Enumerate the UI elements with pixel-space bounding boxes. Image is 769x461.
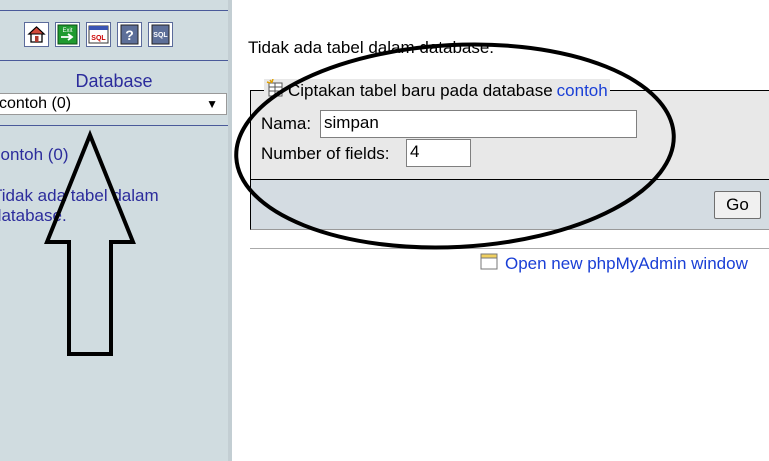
no-tables-note: Tidak ada tabel dalam database. bbox=[0, 186, 159, 225]
no-tables-message: Tidak ada tabel dalam database. bbox=[248, 38, 495, 57]
sql-docs-icon[interactable]: SQL bbox=[148, 22, 173, 47]
go-button[interactable]: Go bbox=[714, 191, 761, 219]
divider bbox=[250, 248, 769, 249]
number-of-fields-input[interactable]: 4 bbox=[406, 139, 471, 167]
create-table-legend: Ciptakan tabel baru pada database contoh bbox=[264, 78, 610, 102]
create-table-legend-text: Ciptakan tabel baru pada database bbox=[288, 80, 553, 100]
database-select[interactable]: contoh (0) ▼ bbox=[0, 93, 227, 115]
svg-text:SQL: SQL bbox=[91, 35, 106, 42]
create-table-db-link[interactable]: contoh bbox=[557, 81, 608, 101]
exit-icon[interactable]: Exit bbox=[55, 22, 80, 47]
table-name-input[interactable]: simpan bbox=[320, 110, 637, 138]
navigation-panel: Exit SQL ? SQL Database contoh (0) ▼ ont… bbox=[0, 0, 232, 461]
help-icon[interactable]: ? bbox=[117, 22, 142, 47]
database-select-value: contoh (0) bbox=[0, 95, 72, 112]
new-window-icon bbox=[480, 252, 499, 276]
svg-text:?: ? bbox=[125, 27, 134, 43]
form-button-bar bbox=[250, 180, 769, 230]
name-label: Nama: bbox=[261, 114, 312, 133]
divider bbox=[0, 125, 228, 126]
svg-text:Exit: Exit bbox=[62, 28, 72, 34]
database-label: Database bbox=[75, 71, 153, 91]
divider bbox=[0, 10, 228, 11]
divider bbox=[0, 60, 228, 61]
svg-text:SQL: SQL bbox=[153, 32, 168, 39]
new-window-row: Open new phpMyAdmin window bbox=[480, 252, 748, 276]
fields-label: Number of fields: bbox=[261, 144, 390, 163]
frame-separator[interactable] bbox=[228, 0, 232, 461]
new-table-icon bbox=[266, 78, 284, 102]
home-icon[interactable] bbox=[24, 22, 49, 47]
chevron-down-icon: ▼ bbox=[206, 97, 218, 111]
sql-query-icon[interactable]: SQL bbox=[86, 22, 111, 47]
nav-icon-bar: Exit SQL ? SQL bbox=[24, 22, 173, 47]
open-new-window-link[interactable]: Open new phpMyAdmin window bbox=[505, 254, 748, 274]
database-link[interactable]: contoh (0) bbox=[0, 145, 69, 165]
